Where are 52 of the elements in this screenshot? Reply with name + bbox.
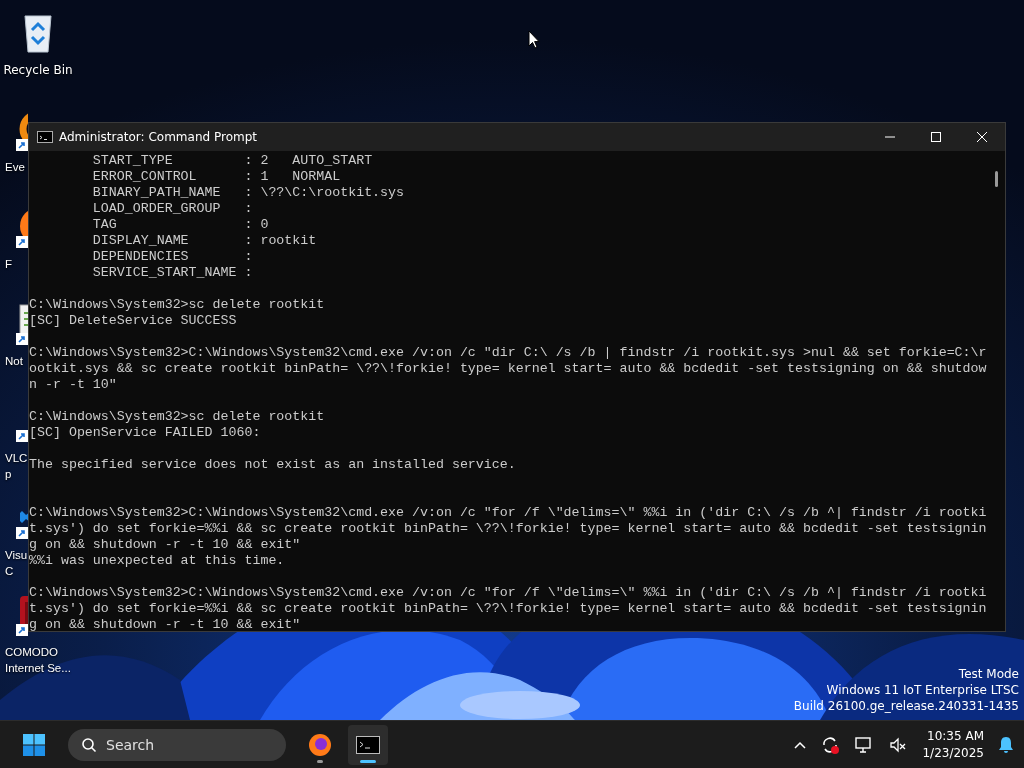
notification-bell-icon[interactable] <box>998 735 1014 754</box>
close-icon <box>976 131 988 143</box>
watermark-text: Windows 11 IoT Enterprise LTSC <box>826 682 1019 698</box>
clock-date[interactable]: 1/23/2025 <box>922 744 984 762</box>
console-line: C:\Windows\System32>C:\Windows\System32\cmd.exe /v:on /c "for /f \"delims=\" %%i in ('dir C:\ /s /b ^| findstr /i rootki <box>29 505 988 521</box>
console-line: START_TYPE : 2 AUTO_START <box>91 153 374 169</box>
console-line: t.sys') do set forkie=%%i && sc create rootkit binPath= \??\!forkie! type= kernel start= auto && bcdedit -set testsignin <box>29 601 988 617</box>
console-line: DEPENDENCIES : <box>91 249 254 265</box>
console-line: C:\Windows\System32>C:\Windows\System32\cmd.exe /v:on /c "dir C:\ /s /b | findstr /i rootkit.sys >nul && set forkie=C:\r <box>29 345 988 361</box>
clock-time[interactable]: 10:35 AM <box>927 727 984 745</box>
console-line: ERROR_CONTROL : 1 NORMAL <box>91 169 342 185</box>
sync-icon[interactable] <box>820 734 841 755</box>
console-line: TAG : 0 <box>91 217 270 233</box>
windows-logo-icon <box>22 732 46 757</box>
watermark-text: Test Mode <box>958 666 1019 682</box>
console-line: LOAD_ORDER_GROUP : <box>91 201 254 217</box>
browser-icon <box>308 732 332 757</box>
console-line: BINARY_PATH_NAME : \??\C:\rootkit.sys <box>91 185 406 201</box>
console-icon <box>37 131 53 143</box>
console-line: %%i was unexpected at this time. <box>29 553 286 569</box>
taskbar-app-button[interactable] <box>348 724 388 765</box>
search-field[interactable]: Search <box>68 728 286 761</box>
icon-label: Eve <box>5 160 25 175</box>
icon-label: COMODO <box>5 645 59 660</box>
console-line: n -r -t 10" <box>29 377 118 393</box>
console-line: g on && shutdown -r -t 10 && exit" <box>29 537 302 553</box>
console-line: C:\Windows\System32>sc delete rootkit <box>29 409 326 425</box>
console-line: ootkit.sys && sc create rootkit binPath= \??\!forkie! type= kernel start= auto && bcdedit -set testsigning on && shutdow <box>29 361 988 377</box>
search-icon <box>81 736 97 753</box>
console-line: C:\Windows\System32>C:\Windows\System32\cmd.exe /v:on /c "for /f \"delims=\" %%i in ('dir C:\ /s /b ^| findstr /i rootki <box>29 585 988 601</box>
chevron-up-icon[interactable] <box>794 740 807 749</box>
window-title: Administrator: Command Prompt <box>59 130 258 144</box>
icon-label: C <box>5 564 14 579</box>
terminal-icon <box>356 735 380 754</box>
icon-label: p <box>5 467 12 482</box>
console-line: The specified service does not exist as an installed service. <box>29 457 517 473</box>
icon-label: F <box>5 257 13 272</box>
icon-label: Recycle Bin <box>3 62 73 78</box>
icon-label: Internet Se... <box>5 661 71 676</box>
watermark-text: Build 26100.ge_release.240331-1435 <box>793 698 1019 714</box>
icon-label: Not <box>5 354 23 369</box>
console-line: t.sys') do set forkie=%%i && sc create rootkit binPath= \??\!forkie! type= kernel start= auto && bcdedit -set testsignin <box>29 521 988 537</box>
console-line: DISPLAY_NAME : rootkit <box>91 233 318 249</box>
console-line: C:\Windows\System32>sc delete rootkit <box>29 297 326 313</box>
mouse-cursor-icon <box>528 30 540 49</box>
console-line: [SC] DeleteService SUCCESS <box>29 313 238 329</box>
icon-label: VLC <box>5 451 28 466</box>
maximize-icon <box>930 131 942 143</box>
icon-label: Visu <box>5 548 28 563</box>
console-line: [SC] OpenService FAILED 1060: <box>29 425 262 441</box>
console-line: SERVICE_START_NAME : <box>91 265 254 281</box>
console-line: g on && shutdown -r -t 10 && exit" <box>29 617 302 631</box>
